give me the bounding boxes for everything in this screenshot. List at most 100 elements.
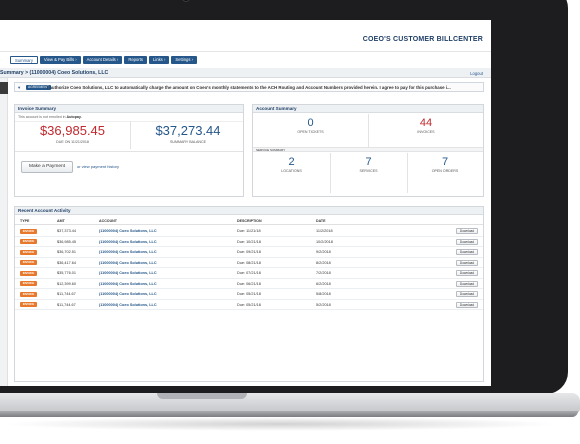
cell-account[interactable]: (11000004) Coeo Solutions, LLC [99,250,157,254]
chevron-down-icon[interactable]: ▾ [18,85,20,91]
screen: COEO'S CUSTOMER BILLCENTER Summary View &… [0,20,491,386]
cell-description: Due: 11/21/18 [237,229,261,233]
table-row: INVOICE $36,702.51 (11000004) Coeo Solutio… [15,247,483,258]
sidebar-toggle[interactable] [0,82,8,94]
cell-date: 10/2/2018 [316,239,333,244]
cell-description: Due: 05/21/18 [237,292,261,296]
invoices-stat[interactable]: 44 INVOICES [369,117,483,134]
top-header: COEO'S CUSTOMER BILLCENTER [0,20,491,52]
open-orders-count: 7 [441,156,449,168]
column-header-account[interactable]: ACCOUNT [99,219,117,223]
cell-date: 8/2/2018 [316,260,331,265]
column-header-type[interactable]: TYPE [20,219,29,223]
autopay-agreement-banner[interactable]: ▾ AGREEMENT I authorize Coeo Solutions, … [14,82,484,92]
autopay-note-text: This account is not enrolled in [18,115,66,119]
table-row: INVOICE $36,417.64 (11000004) Coeo Solutio… [15,258,483,268]
services-stat[interactable]: 7 SERVICES [330,156,407,173]
main-tabs: Summary View & Pay Bills › Account Details… [10,56,198,64]
cell-amount: $11,744.67 [57,292,76,296]
cell-date: 5/8/2018 [316,292,331,296]
table-row: INVOICE $12,399.60 (11000004) Coeo Solutio… [15,279,483,289]
autopay-status-note: This account is not enrolled in Autopay. [15,113,243,122]
cell-account[interactable]: (11000004) Coeo Solutions, LLC [99,271,157,275]
download-button[interactable]: Download [456,228,478,234]
open-tickets-count: 0 [307,117,314,129]
laptop-mockup: COEO'S CUSTOMER BILLCENTER Summary View &… [0,0,580,444]
column-header-description[interactable]: DESCRIPTION [237,219,262,223]
invoice-type-badge: INVOICE [20,291,37,297]
activity-table-header: TYPE AMT ACCOUNT DESCRIPTION DATE [15,216,483,225]
recent-activity-panel: Recent Account Activity TYPE AMT ACCOUNT… [14,206,484,382]
divider [15,151,243,152]
cell-amount: $35,776.01 [57,271,77,275]
open-orders-stat[interactable]: 7 OPEN ORDERS [407,156,483,173]
autopay-note-bold: Autopay. [66,115,82,119]
invoice-type-badge: INVOICE [20,239,37,244]
cell-account[interactable]: (11000004) Coeo Solutions, LLC [99,240,157,244]
logout-link[interactable]: Logout [470,71,483,76]
cell-description: Due: 05/21/18 [237,302,261,307]
invoices-count: 44 [419,117,433,129]
table-row: INVOICE $35,776.01 (11000004) Coeo Solutio… [15,268,483,279]
recent-activity-title: Recent Account Activity [15,207,483,215]
tab-reports[interactable]: Reports [124,56,147,64]
make-payment-button[interactable]: Make a Payment [21,161,73,173]
table-row: INVOICE $11,744.67 (11000004) Coeo Solutio… [15,300,483,310]
service-summary-header: SERVICE SUMMARY [253,147,483,152]
open-orders-label: OPEN ORDERS [431,169,459,173]
services-count: 7 [365,156,372,168]
cell-account[interactable]: (11000004) Coeo Solutions, LLC [99,303,157,307]
left-sidebar [0,78,8,386]
tab-account-details[interactable]: Account Details › [82,56,123,64]
download-button[interactable]: Download [456,238,478,245]
cell-account[interactable]: (11000004) Coeo Solutions, LLC [99,261,157,265]
cell-description: Due: 08/21/18 [237,260,261,265]
cell-amount: $36,702.51 [57,250,77,254]
invoice-summary-panel: Invoice Summary This account is not enro… [14,104,244,197]
download-button[interactable]: Download [456,249,478,255]
tab-links[interactable]: Links › [149,56,170,64]
invoice-type-badge: INVOICE [20,281,37,286]
summary-balance: $37,273.44 [155,123,221,138]
cell-amount: $11,744.67 [57,302,76,307]
cell-description: Due: 10/21/18 [237,239,261,244]
table-row: INVOICE $11,744.67 (11000004) Coeo Solutio… [15,289,483,300]
camera-icon [182,0,190,2]
laptop-base [0,393,580,413]
summary-balance-label: SUMMARY BALANCE [169,140,206,144]
account-summary-title: Account Summary [253,105,483,113]
invoice-summary-title: Invoice Summary [15,105,243,113]
cell-account[interactable]: (11000004) Coeo Solutions, LLC [99,282,157,286]
agreement-message: I authorize Coeo Solutions, LLC to autom… [47,85,451,91]
download-button[interactable]: Download [456,270,478,276]
tab-summary[interactable]: Summary [10,56,38,64]
locations-stat[interactable]: 2 LOCATIONS [253,156,330,173]
tab-view-pay-bills[interactable]: View & Pay Bills › [39,56,81,64]
cell-description: Due: 06/21/18 [237,281,261,286]
cell-amount: $36,985.45 [57,239,77,244]
cell-account[interactable]: (11000004) Coeo Solutions, LLC [99,292,157,296]
download-button[interactable]: Download [456,259,478,266]
services-label: SERVICES [359,169,378,173]
invoice-type-badge: INVOICE [20,228,37,234]
column-header-amt[interactable]: AMT [57,219,65,223]
download-button[interactable]: Download [456,280,478,287]
open-tickets-label: OPEN TICKETS [297,130,324,134]
invoices-label: INVOICES [417,130,435,134]
download-button[interactable]: Download [456,291,478,297]
download-button[interactable]: Download [456,301,478,308]
laptop-notch [157,393,247,399]
cell-description: Due: 09/21/18 [237,250,261,254]
tab-settings[interactable]: Settings › [171,56,198,64]
cell-date: 11/2/2018 [316,229,333,233]
brand-title: COEO'S CUSTOMER BILLCENTER [362,36,483,43]
column-header-date[interactable]: DATE [316,219,326,223]
cell-description: Due: 07/21/18 [237,271,261,275]
cell-account[interactable]: (11000004) Coeo Solutions, LLC [99,229,157,233]
cell-amount: $36,417.64 [57,260,77,265]
cell-date: 5/2/2018 [316,302,331,307]
breadcrumb: Summary > (11000004) Coeo Solutions, LLC [0,70,109,76]
invoice-type-badge: INVOICE [20,260,37,265]
payment-history-link[interactable]: or view payment history [77,164,119,169]
open-tickets-stat[interactable]: 0 OPEN TICKETS [253,117,368,134]
